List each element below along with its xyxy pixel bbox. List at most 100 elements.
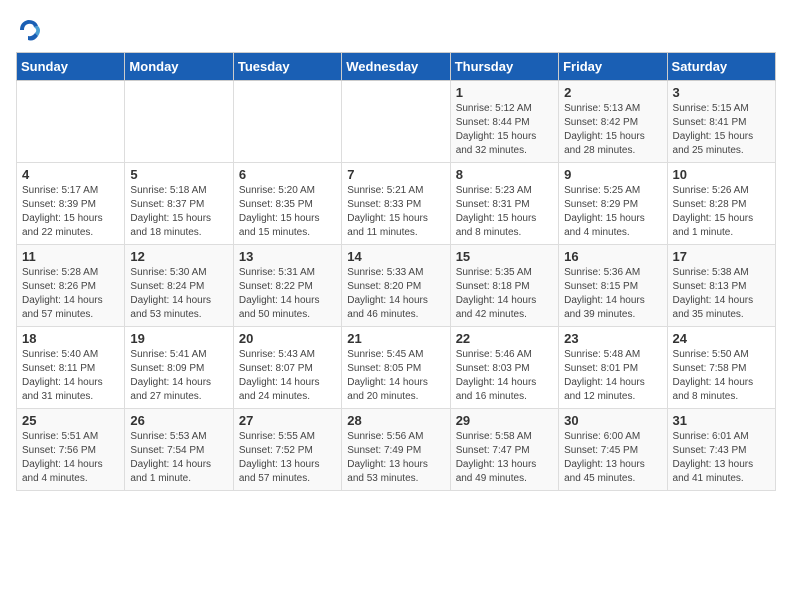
calendar-week-row: 4 Sunrise: 5:17 AM Sunset: 8:39 PM Daylig… [17,163,776,245]
calendar-cell: 12 Sunrise: 5:30 AM Sunset: 8:24 PM Dayli… [125,245,233,327]
calendar-cell: 8 Sunrise: 5:23 AM Sunset: 8:31 PM Daylig… [450,163,558,245]
day-info: Sunrise: 5:56 AM Sunset: 7:49 PM Dayligh… [347,430,444,486]
header-day: Wednesday [342,53,450,81]
day-info: Sunrise: 5:40 AM Sunset: 8:11 PM Dayligh… [22,348,119,404]
calendar-cell: 21 Sunrise: 5:45 AM Sunset: 8:05 PM Dayli… [342,327,450,409]
day-info: Sunrise: 5:53 AM Sunset: 7:54 PM Dayligh… [130,430,227,486]
day-info: Sunrise: 5:20 AM Sunset: 8:35 PM Dayligh… [239,184,336,240]
day-number: 4 [22,167,119,182]
calendar-cell: 6 Sunrise: 5:20 AM Sunset: 8:35 PM Daylig… [233,163,341,245]
day-info: Sunrise: 5:15 AM Sunset: 8:41 PM Dayligh… [673,102,770,158]
calendar-body: 1 Sunrise: 5:12 AM Sunset: 8:44 PM Daylig… [17,81,776,491]
calendar-cell: 29 Sunrise: 5:58 AM Sunset: 7:47 PM Dayli… [450,409,558,491]
day-number: 12 [130,249,227,264]
day-info: Sunrise: 5:31 AM Sunset: 8:22 PM Dayligh… [239,266,336,322]
day-number: 17 [673,249,770,264]
calendar-cell: 11Sunrise: 5:28 AM Sunset: 8:26 PM Dayli… [17,245,125,327]
day-number: 8 [456,167,553,182]
calendar-cell: 23 Sunrise: 5:48 AM Sunset: 8:01 PM Dayli… [559,327,667,409]
calendar-cell: 31 Sunrise: 6:01 AM Sunset: 7:43 PM Dayli… [667,409,775,491]
day-info: Sunrise: 6:01 AM Sunset: 7:43 PM Dayligh… [673,430,770,486]
calendar-cell: 17 Sunrise: 5:38 AM Sunset: 8:13 PM Dayli… [667,245,775,327]
day-info: Sunrise: 5:36 AM Sunset: 8:15 PM Dayligh… [564,266,661,322]
day-info: Sunrise: 5:13 AM Sunset: 8:42 PM Dayligh… [564,102,661,158]
day-info: Sunrise: 5:48 AM Sunset: 8:01 PM Dayligh… [564,348,661,404]
calendar-cell: 2Sunrise: 5:13 AM Sunset: 8:42 PM Daylig… [559,81,667,163]
calendar-cell: 13Sunrise: 5:31 AM Sunset: 8:22 PM Dayli… [233,245,341,327]
day-info: Sunrise: 5:38 AM Sunset: 8:13 PM Dayligh… [673,266,770,322]
day-number: 28 [347,413,444,428]
day-info: Sunrise: 5:21 AM Sunset: 8:33 PM Dayligh… [347,184,444,240]
header-day: Tuesday [233,53,341,81]
calendar-cell [342,81,450,163]
day-info: Sunrise: 5:58 AM Sunset: 7:47 PM Dayligh… [456,430,553,486]
logo [16,16,48,44]
logo-icon [16,16,44,44]
day-number: 30 [564,413,661,428]
day-number: 23 [564,331,661,346]
calendar-cell: 25 Sunrise: 5:51 AM Sunset: 7:56 PM Dayli… [17,409,125,491]
day-info: Sunrise: 5:30 AM Sunset: 8:24 PM Dayligh… [130,266,227,322]
day-info: Sunrise: 5:17 AM Sunset: 8:39 PM Dayligh… [22,184,119,240]
day-number: 22 [456,331,553,346]
calendar-cell: 10 Sunrise: 5:26 AM Sunset: 8:28 PM Dayli… [667,163,775,245]
calendar-cell: 9Sunrise: 5:25 AM Sunset: 8:29 PM Daylig… [559,163,667,245]
calendar-cell: 5 Sunrise: 5:18 AM Sunset: 8:37 PM Daylig… [125,163,233,245]
header-day: Friday [559,53,667,81]
calendar-cell: 18Sunrise: 5:40 AM Sunset: 8:11 PM Dayli… [17,327,125,409]
day-number: 5 [130,167,227,182]
day-number: 19 [130,331,227,346]
calendar-cell [125,81,233,163]
day-number: 29 [456,413,553,428]
header [16,16,776,44]
day-info: Sunrise: 5:35 AM Sunset: 8:18 PM Dayligh… [456,266,553,322]
calendar-cell: 7Sunrise: 5:21 AM Sunset: 8:33 PM Daylig… [342,163,450,245]
calendar-cell: 26 Sunrise: 5:53 AM Sunset: 7:54 PM Dayli… [125,409,233,491]
day-number: 31 [673,413,770,428]
day-info: Sunrise: 5:55 AM Sunset: 7:52 PM Dayligh… [239,430,336,486]
day-info: Sunrise: 5:18 AM Sunset: 8:37 PM Dayligh… [130,184,227,240]
day-number: 9 [564,167,661,182]
day-info: Sunrise: 5:50 AM Sunset: 7:58 PM Dayligh… [673,348,770,404]
header-day: Monday [125,53,233,81]
day-number: 16 [564,249,661,264]
header-day: Saturday [667,53,775,81]
day-info: Sunrise: 5:12 AM Sunset: 8:44 PM Dayligh… [456,102,553,158]
header-day: Sunday [17,53,125,81]
day-number: 1 [456,85,553,100]
day-number: 27 [239,413,336,428]
day-number: 21 [347,331,444,346]
day-info: Sunrise: 5:43 AM Sunset: 8:07 PM Dayligh… [239,348,336,404]
day-info: Sunrise: 5:46 AM Sunset: 8:03 PM Dayligh… [456,348,553,404]
calendar-cell: 22 Sunrise: 5:46 AM Sunset: 8:03 PM Dayli… [450,327,558,409]
calendar-cell [17,81,125,163]
calendar-cell: 4 Sunrise: 5:17 AM Sunset: 8:39 PM Daylig… [17,163,125,245]
day-info: Sunrise: 5:26 AM Sunset: 8:28 PM Dayligh… [673,184,770,240]
calendar-cell: 27 Sunrise: 5:55 AM Sunset: 7:52 PM Dayli… [233,409,341,491]
day-number: 14 [347,249,444,264]
calendar-cell: 15 Sunrise: 5:35 AM Sunset: 8:18 PM Dayli… [450,245,558,327]
day-number: 11 [22,249,119,264]
day-number: 6 [239,167,336,182]
day-number: 15 [456,249,553,264]
day-info: Sunrise: 5:51 AM Sunset: 7:56 PM Dayligh… [22,430,119,486]
day-number: 10 [673,167,770,182]
day-number: 20 [239,331,336,346]
day-info: Sunrise: 5:45 AM Sunset: 8:05 PM Dayligh… [347,348,444,404]
day-number: 3 [673,85,770,100]
day-number: 26 [130,413,227,428]
day-info: Sunrise: 5:33 AM Sunset: 8:20 PM Dayligh… [347,266,444,322]
day-info: Sunrise: 5:23 AM Sunset: 8:31 PM Dayligh… [456,184,553,240]
day-number: 25 [22,413,119,428]
calendar-header: SundayMondayTuesdayWednesdayThursdayFrid… [17,53,776,81]
calendar-cell: 19Sunrise: 5:41 AM Sunset: 8:09 PM Dayli… [125,327,233,409]
calendar-cell: 20 Sunrise: 5:43 AM Sunset: 8:07 PM Dayli… [233,327,341,409]
calendar-week-row: 1 Sunrise: 5:12 AM Sunset: 8:44 PM Daylig… [17,81,776,163]
calendar-week-row: 25 Sunrise: 5:51 AM Sunset: 7:56 PM Dayli… [17,409,776,491]
calendar-week-row: 18Sunrise: 5:40 AM Sunset: 8:11 PM Dayli… [17,327,776,409]
calendar-cell: 28 Sunrise: 5:56 AM Sunset: 7:49 PM Dayli… [342,409,450,491]
calendar-cell: 30Sunrise: 6:00 AM Sunset: 7:45 PM Dayli… [559,409,667,491]
calendar-table: SundayMondayTuesdayWednesdayThursdayFrid… [16,52,776,491]
calendar-cell: 14 Sunrise: 5:33 AM Sunset: 8:20 PM Dayli… [342,245,450,327]
calendar-cell: 24Sunrise: 5:50 AM Sunset: 7:58 PM Dayli… [667,327,775,409]
